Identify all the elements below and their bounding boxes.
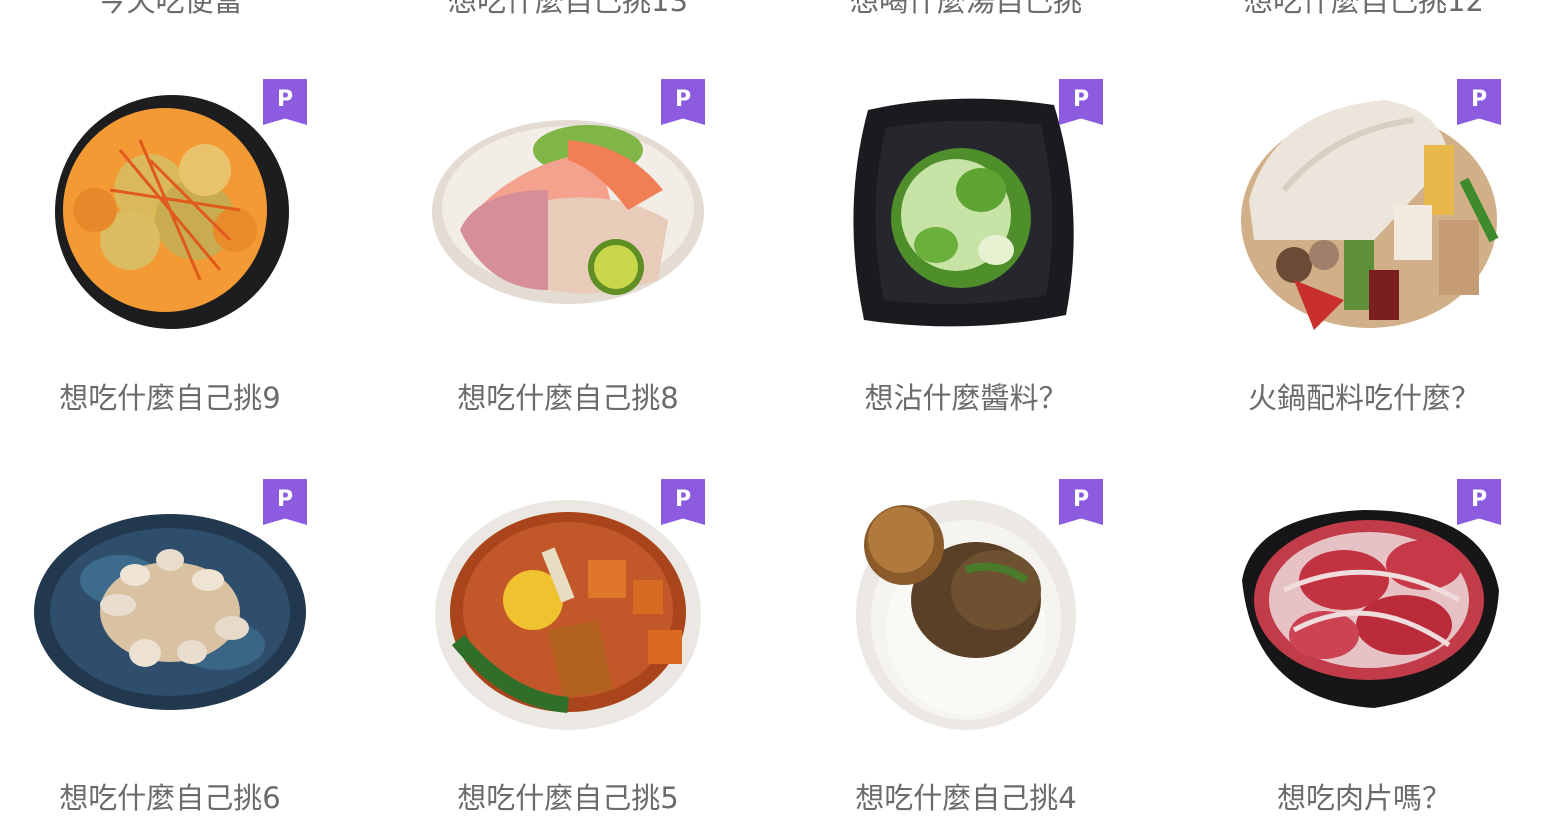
card-title: 今天吃便當 <box>97 0 243 18</box>
premium-badge-icon: P <box>1457 479 1501 525</box>
card-title: 想吃肉片嗎？ <box>1276 781 1451 815</box>
card-title: 想吃什麼自己挑13 <box>448 0 688 18</box>
top-card-1[interactable]: 今天吃便當 <box>0 0 340 20</box>
top-card-2[interactable]: 想吃什麼自己挑13 <box>398 0 738 20</box>
premium-badge-icon: P <box>263 479 307 525</box>
premium-badge-icon: P <box>1059 79 1103 125</box>
premium-badge-icon: P <box>1457 79 1501 125</box>
card-title: 想吃什麼自己挑6 <box>59 781 281 815</box>
food-card[interactable]: P 想吃什麼自己挑5 <box>398 440 738 820</box>
top-card-4[interactable]: 想吃什麼自己挑12 <box>1194 0 1534 20</box>
premium-badge-icon: P <box>661 479 705 525</box>
card-title: 想吃什麼自己挑5 <box>457 781 679 815</box>
premium-badge-icon: P <box>661 79 705 125</box>
food-card[interactable]: P 想沾什麼醬料？ <box>796 40 1136 420</box>
card-title: 火鍋配料吃什麼？ <box>1247 381 1480 415</box>
food-card[interactable]: P 想吃肉片嗎？ <box>1194 440 1534 820</box>
card-title: 想吃什麼自己挑9 <box>59 381 281 415</box>
food-card[interactable]: P 火鍋配料吃什麼？ <box>1194 40 1534 420</box>
card-title: 想沾什麼醬料？ <box>864 381 1068 415</box>
food-card[interactable]: P 想吃什麼自己挑4 <box>796 440 1136 820</box>
card-title: 想吃什麼自己挑12 <box>1244 0 1484 18</box>
card-title: 想吃什麼自己挑4 <box>855 781 1077 815</box>
premium-badge-icon: P <box>263 79 307 125</box>
top-card-3[interactable]: 想喝什麼湯自己挑 <box>796 0 1136 20</box>
food-card[interactable]: P 想吃什麼自己挑6 <box>0 440 340 820</box>
card-title: 想喝什麼湯自己挑 <box>849 0 1082 18</box>
food-card[interactable]: P 想吃什麼自己挑8 <box>398 40 738 420</box>
card-title: 想吃什麼自己挑8 <box>457 381 679 415</box>
premium-badge-icon: P <box>1059 479 1103 525</box>
food-card[interactable]: P 想吃什麼自己挑9 <box>0 40 340 420</box>
